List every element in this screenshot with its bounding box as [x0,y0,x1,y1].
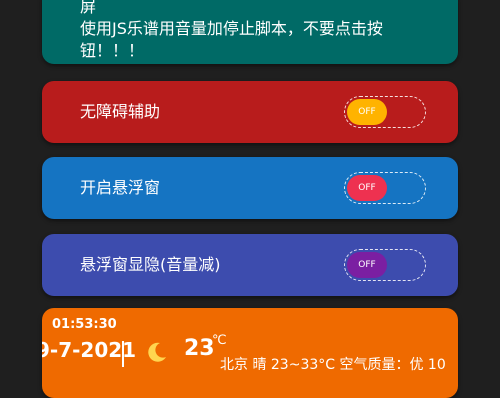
setting-label: 无障碍辅助 [80,102,161,121]
toggle-knob: OFF [347,175,387,201]
weather-info: 北京 晴 23~33°C 空气质量：优 10 [220,357,446,373]
notice-line: 屏 [80,0,97,16]
divider [122,341,124,367]
clock-time: 01:53:30 [52,317,117,332]
setting-label: 悬浮窗显隐(音量减) [80,255,221,274]
notice-card: 屏 使用JS乐谱用音量加停止脚本，不要点击按 钮！！！ [42,0,458,64]
accessibility-toggle[interactable]: OFF [344,96,426,128]
weather-card: 01:53:30 9-7-2021 23 ℃ 北京 晴 23~33°C 空气质量… [42,308,458,398]
setting-floating-visibility[interactable]: 悬浮窗显隐(音量减) OFF [42,234,458,296]
temperature-unit: ℃ [212,333,227,348]
temperature: 23 [184,336,215,361]
toggle-knob: OFF [347,252,387,278]
setting-label: 开启悬浮窗 [80,178,161,197]
setting-floating-window[interactable]: 开启悬浮窗 OFF [42,157,458,219]
floating-visibility-toggle[interactable]: OFF [344,249,426,281]
notice-line: 使用JS乐谱用音量加停止脚本，不要点击按 [80,19,383,38]
crescent-moon-icon [146,341,168,363]
floating-window-toggle[interactable]: OFF [344,172,426,204]
notice-line: 钮！！！ [80,41,145,60]
setting-accessibility[interactable]: 无障碍辅助 OFF [42,81,458,143]
toggle-knob: OFF [347,99,387,125]
